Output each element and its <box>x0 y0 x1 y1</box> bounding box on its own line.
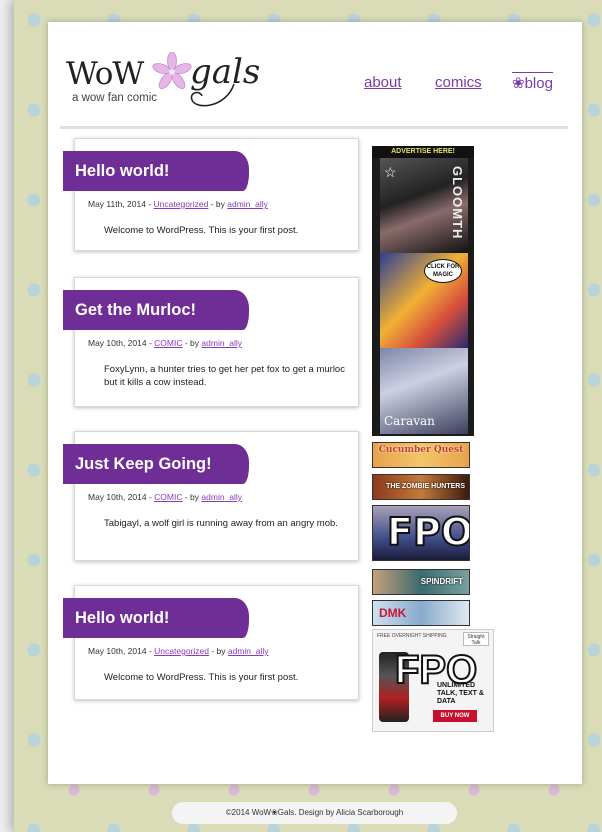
ad-dmk[interactable]: DMK <box>372 600 470 626</box>
blog-post: Just Keep Going! May 10th, 2014 - COMIC … <box>63 431 359 561</box>
ad-caravan-label: Caravan <box>384 414 435 428</box>
header-divider <box>60 126 568 129</box>
ad-caravan[interactable]: Caravan <box>380 348 468 434</box>
logo-tagline: a wow fan comic <box>72 92 158 104</box>
site-footer: ©2014 WoW❀Gals. Design by Alicia Scarbor… <box>172 802 457 824</box>
post-by: - by <box>182 338 202 348</box>
post-meta: May 10th, 2014 - COMIC - by admin_ally <box>88 338 242 348</box>
fpo-label: FPO <box>386 509 470 555</box>
ad-phone-fpo[interactable]: FREE OVERNIGHT SHIPPING Straight Talk FP… <box>372 629 494 732</box>
ad-cucumber-quest[interactable]: Cucumber Quest <box>372 442 470 468</box>
blog-post: Get the Murloc! May 10th, 2014 - COMIC -… <box>63 277 359 407</box>
post-date: May 10th, 2014 - <box>88 646 155 656</box>
star-icon: ☆ <box>384 164 397 180</box>
ad-gloomth[interactable]: GLOOMTH ☆ <box>380 158 468 253</box>
post-title[interactable]: Hello world! <box>63 598 249 638</box>
post-title[interactable]: Just Keep Going! <box>63 444 249 484</box>
ad-phone-shipping: FREE OVERNIGHT SHIPPING <box>377 633 447 639</box>
swirl-icon <box>190 83 235 107</box>
ad-phone-unlimited: UNLIMITED TALK, TEXT & DATA <box>437 682 484 705</box>
post-excerpt: Tabigayl, a wolf girl is running away fr… <box>104 518 338 529</box>
nav-comics[interactable]: comics <box>435 74 482 91</box>
post-meta: May 11th, 2014 - Uncategorized - by admi… <box>88 199 268 209</box>
nav-blog-label: blog <box>524 75 553 92</box>
content-card: WoW gals a wow fan comic about comics ❀b… <box>48 22 582 784</box>
ad-zombie-hunters[interactable]: THE ZOMBIE HUNTERS <box>372 474 470 500</box>
buy-now-button[interactable]: BUY NOW <box>433 710 477 722</box>
post-excerpt: FoxyLynn, a hunter tries to get her pet … <box>104 364 345 388</box>
nav-about[interactable]: about <box>364 74 402 91</box>
blog-flower-icon: ❀ <box>512 75 525 92</box>
nav-blog[interactable]: ❀blog <box>512 72 553 92</box>
post-excerpt: Welcome to WordPress. This is your first… <box>104 225 299 236</box>
post-by: - by <box>182 492 202 502</box>
post-date: May 11th, 2014 - <box>88 199 154 209</box>
post-title[interactable]: Get the Murloc! <box>63 290 249 330</box>
post-by: - by <box>208 199 228 209</box>
ad-dmk-label: DMK <box>379 606 407 620</box>
post-excerpt: Welcome to WordPress. This is your first… <box>104 672 299 683</box>
speech-bubble: CLICK FOR MAGIC <box>424 259 462 283</box>
advertise-here-label[interactable]: ADVERTISE HERE! <box>372 146 474 158</box>
blog-post: Hello world! May 10th, 2014 - Uncategori… <box>63 585 359 700</box>
post-category-link[interactable]: Uncategorized <box>154 199 209 209</box>
ad-spindrift-label: SPINDRIFT <box>420 577 463 586</box>
post-title[interactable]: Hello world! <box>63 151 249 191</box>
post-meta: May 10th, 2014 - COMIC - by admin_ally <box>88 492 242 502</box>
post-author-link[interactable]: admin_ally <box>201 338 242 348</box>
post-category-link[interactable]: Uncategorized <box>154 646 209 656</box>
ad-click-for-magic[interactable]: CLICK FOR MAGIC <box>380 253 468 348</box>
post-date: May 10th, 2014 - <box>88 492 155 502</box>
post-author-link[interactable]: admin_ally <box>227 199 268 209</box>
ad-zombie-label: THE ZOMBIE HUNTERS <box>386 483 465 490</box>
logo-wordmark: WoW <box>66 56 144 92</box>
ad-spindrift[interactable]: SPINDRIFT <box>372 569 470 595</box>
post-category-link[interactable]: COMIC <box>154 338 182 348</box>
post-category-link[interactable]: COMIC <box>154 492 182 502</box>
post-by: - by <box>208 646 228 656</box>
post-author-link[interactable]: admin_ally <box>201 492 242 502</box>
ad-gloomth-label: GLOOMTH <box>450 166 465 240</box>
skyscraper-ad[interactable]: ADVERTISE HERE! GLOOMTH ☆ CLICK FOR MAGI… <box>372 146 474 436</box>
blog-post: Hello world! May 11th, 2014 - Uncategori… <box>63 138 359 251</box>
post-author-link[interactable]: admin_ally <box>228 646 269 656</box>
ad-phone-brand: Straight Talk <box>463 632 489 646</box>
site-logo[interactable]: WoW gals a wow fan comic <box>66 52 260 112</box>
post-meta: May 10th, 2014 - Uncategorized - by admi… <box>88 646 269 656</box>
post-date: May 10th, 2014 - <box>88 338 155 348</box>
ad-placeholder-fpo[interactable]: FPO <box>372 505 470 561</box>
ad-cucumber-label: Cucumber Quest <box>378 445 464 455</box>
